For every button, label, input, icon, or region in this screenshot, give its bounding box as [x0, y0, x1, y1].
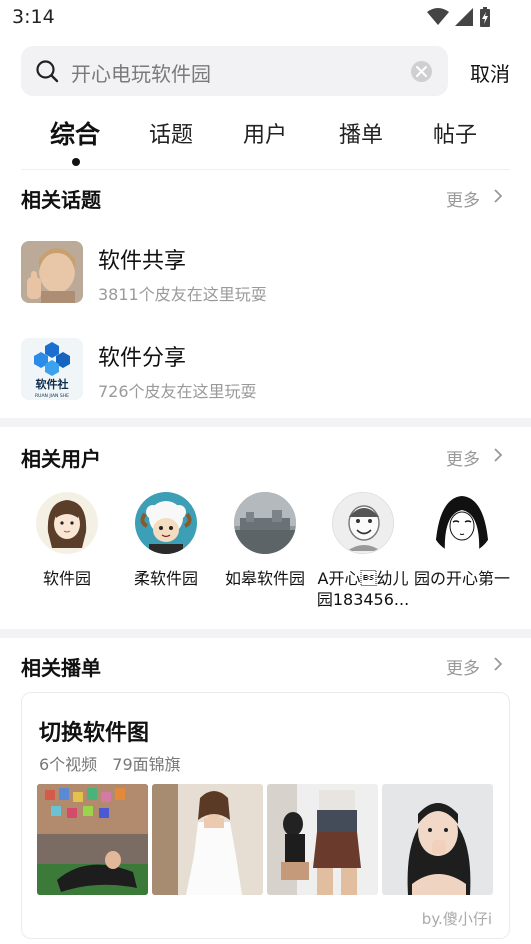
- chevron-right-icon[interactable]: [493, 188, 503, 204]
- user-card[interactable]: 园の开心第一: [414, 492, 510, 589]
- topic-member-count: 726个皮友在这里玩耍: [98, 382, 257, 401]
- logo-text: 软件社: [36, 377, 69, 391]
- tab-topics[interactable]: 话题: [149, 117, 193, 149]
- avatar: [234, 492, 296, 554]
- playlist-thumbnail: [37, 784, 148, 895]
- user-card[interactable]: 柔软件园: [118, 492, 214, 589]
- avatar: [431, 492, 493, 554]
- divider: [21, 169, 510, 170]
- topic-name: 软件共享: [98, 249, 187, 274]
- signal-icon: [455, 8, 473, 26]
- chevron-right-icon[interactable]: [493, 656, 503, 672]
- tab-posts[interactable]: 帖子: [433, 117, 477, 149]
- playlists-section-title: 相关播单: [21, 656, 101, 680]
- user-name: 柔软件园: [133, 569, 198, 588]
- topic-member-count: 3811个皮友在这里玩耍: [98, 285, 267, 304]
- topic-name: 软件分享: [98, 346, 187, 371]
- topics-more-link[interactable]: 更多: [446, 186, 480, 211]
- avatar: [332, 492, 394, 554]
- active-tab-indicator: [72, 158, 80, 166]
- user-card[interactable]: A开心幼儿园183456...: [315, 492, 411, 610]
- cancel-button[interactable]: 取消: [470, 58, 510, 87]
- users-section-title: 相关用户: [21, 447, 101, 471]
- topics-section-title: 相关话题: [21, 188, 101, 212]
- playlist-thumbnail: [382, 784, 493, 895]
- playlist-thumbnails: [37, 784, 495, 895]
- topic-item[interactable]: 软件社 RUAN JIAN SHE 软件分享 726个皮友在这里玩耍: [21, 338, 501, 402]
- topic-thumbnail: [21, 241, 83, 303]
- section-separator: [0, 418, 531, 427]
- status-time: 3:14: [12, 6, 55, 28]
- battery-icon: [480, 7, 490, 27]
- logo-subtext: RUAN JIAN SHE: [35, 393, 69, 399]
- user-name: A开心幼儿园183456...: [316, 569, 410, 609]
- user-name: 软件园: [42, 569, 91, 588]
- user-name: 园の开心第一: [414, 569, 511, 588]
- wifi-icon: [427, 8, 449, 25]
- search-input[interactable]: 开心电玩软件园: [71, 58, 211, 87]
- playlist-flag-count: 79面锦旗: [112, 755, 181, 774]
- topic-thumbnail: 软件社 RUAN JIAN SHE: [21, 338, 83, 400]
- user-card[interactable]: 如皋软件园: [217, 492, 313, 589]
- playlist-thumbnail: [267, 784, 378, 895]
- playlist-video-count: 6个视频: [39, 755, 98, 774]
- tab-users[interactable]: 用户: [243, 117, 287, 149]
- user-card[interactable]: 软件园: [19, 492, 115, 589]
- playlist-author: by.傻小仔i: [421, 910, 492, 928]
- tab-bar: 综合 话题 用户 播单 帖子: [0, 112, 531, 168]
- search-icon: [36, 60, 59, 83]
- users-more-link[interactable]: 更多: [446, 445, 480, 470]
- topic-item[interactable]: 软件共享 3811个皮友在这里玩耍: [21, 241, 501, 305]
- playlist-thumbnail: [152, 784, 263, 895]
- avatar: [135, 492, 197, 554]
- user-name: 如皋软件园: [224, 569, 305, 588]
- close-icon: [416, 66, 427, 77]
- search-bar[interactable]: 开心电玩软件园: [21, 46, 448, 96]
- section-separator: [0, 629, 531, 638]
- avatar: [36, 492, 98, 554]
- status-icons: [427, 7, 491, 27]
- tab-all[interactable]: 综合: [50, 115, 100, 151]
- playlists-more-link[interactable]: 更多: [446, 654, 480, 679]
- chevron-right-icon[interactable]: [493, 447, 503, 463]
- clear-search-button[interactable]: [411, 61, 432, 82]
- playlist-stats: 6个视频 79面锦旗: [39, 751, 191, 775]
- status-bar: 3:14: [0, 0, 531, 36]
- tab-playlists[interactable]: 播单: [339, 117, 383, 149]
- playlist-title: 切换软件图: [39, 721, 150, 746]
- playlist-card[interactable]: 切换软件图 6个视频 79面锦旗 by.傻小仔i: [21, 692, 510, 939]
